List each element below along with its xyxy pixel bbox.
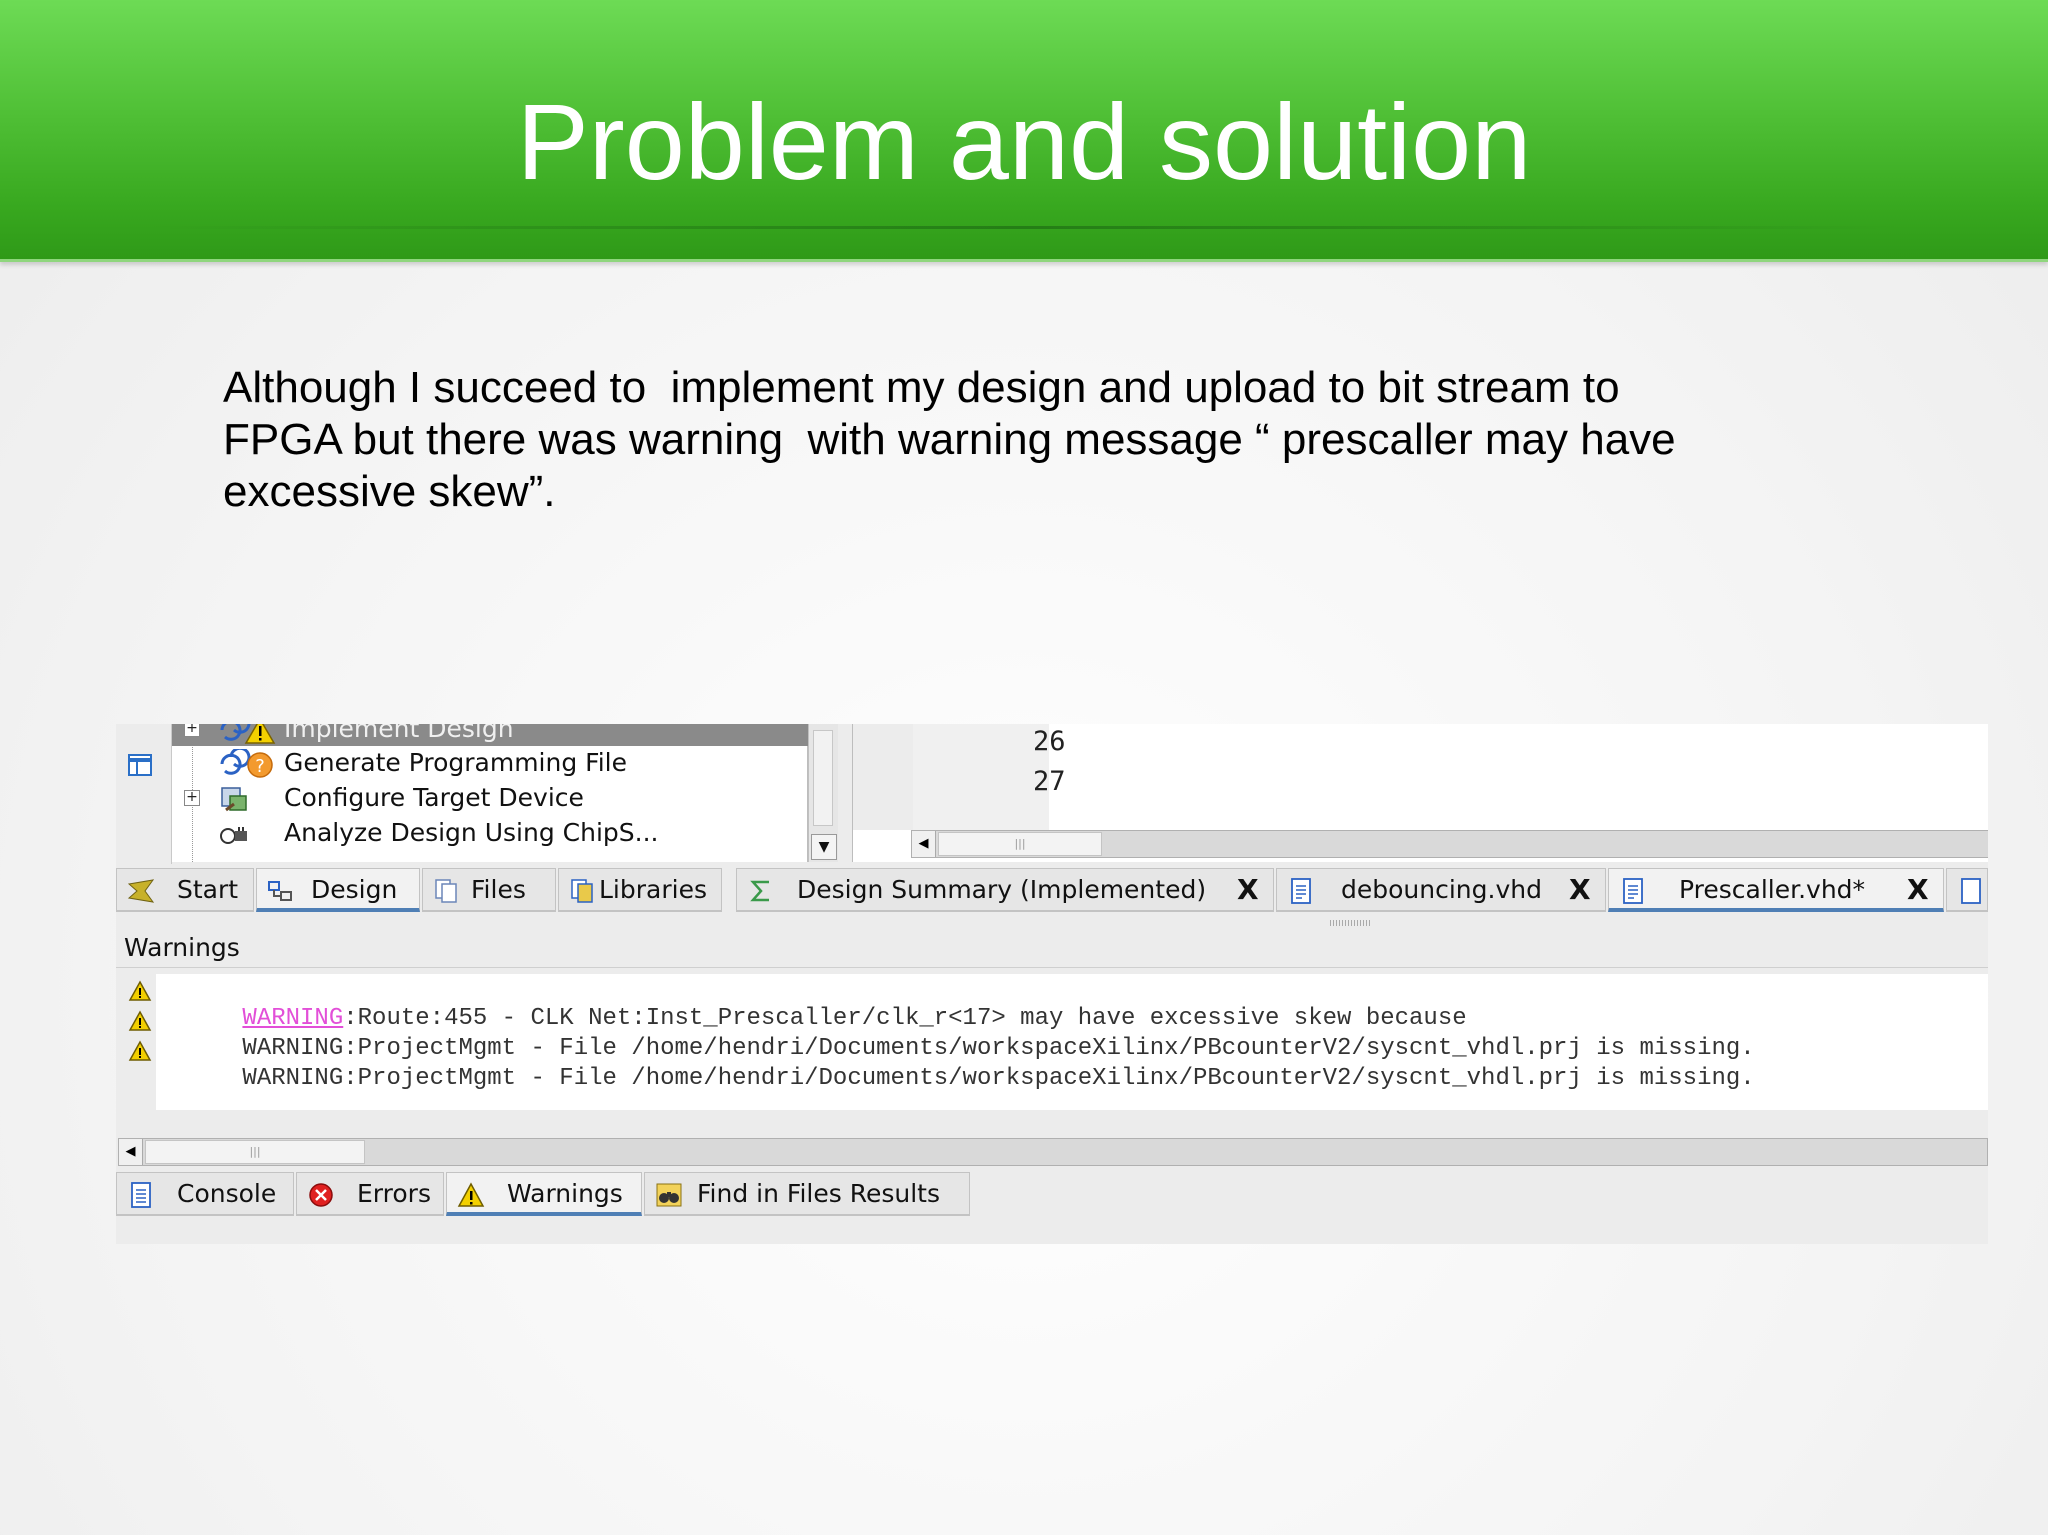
- tree-item-implement-design[interactable]: + Implement Design: [172, 724, 808, 746]
- tab-debouncing-vhd[interactable]: debouncing.vhd X: [1276, 868, 1606, 912]
- scroll-left-icon[interactable]: ◀: [912, 831, 936, 857]
- expand-icon[interactable]: +: [184, 724, 200, 737]
- line-number: 27: [1033, 766, 1066, 797]
- chipscope-icon: [220, 827, 247, 844]
- warning-icon: [128, 1010, 152, 1031]
- tab-label: Prescaller.vhd*: [1679, 875, 1866, 904]
- line-number: 26: [1033, 726, 1066, 757]
- tab-label: Design: [311, 875, 398, 904]
- libraries-icon: [571, 879, 593, 903]
- close-tab-icon[interactable]: X: [1907, 869, 1929, 911]
- tab-overflow[interactable]: [1946, 868, 1988, 912]
- tab-label: Errors: [357, 1179, 431, 1208]
- warning-icon: [128, 1040, 152, 1061]
- design-hierarchy-icon: [268, 881, 292, 901]
- code-editor[interactable]: 26 27 ◀ |||: [852, 724, 1988, 862]
- tree-item-label: Generate Programming File: [284, 748, 627, 777]
- tab-files[interactable]: Files: [422, 868, 556, 912]
- ise-screenshot: + Implement Design ? Generate Programmin…: [116, 724, 1988, 1244]
- warnings-log[interactable]: WARNING:Route:455 - CLK Net:Inst_Prescal…: [124, 974, 1988, 1110]
- svg-text:?: ?: [255, 756, 265, 777]
- binoculars-icon: [656, 1183, 682, 1207]
- tab-label: Console: [177, 1179, 277, 1208]
- tree-item-generate-programming-file[interactable]: ? Generate Programming File: [172, 746, 808, 780]
- tab-warnings[interactable]: Warnings: [446, 1172, 642, 1216]
- warning-line[interactable]: WARNING:ProjectMgmt - File /home/hendri/…: [128, 1004, 1755, 1062]
- tab-label: Start: [177, 875, 239, 904]
- body-line: Although I succeed to implement my desig…: [223, 363, 1620, 412]
- left-gutter: [116, 724, 172, 864]
- warning-icon: [457, 1182, 485, 1207]
- tab-prescaller-vhd[interactable]: Prescaller.vhd* X: [1608, 868, 1944, 912]
- warning-text: :ProjectMgmt - File /home/hendri/Documen…: [343, 1065, 1755, 1092]
- console-icon: [131, 1182, 151, 1208]
- body-line: FPGA but there was warning with warning …: [223, 415, 1676, 464]
- expand-icon[interactable]: +: [184, 790, 200, 806]
- panel-resize-grip[interactable]: [1330, 920, 1370, 926]
- warning-prefix: WARNING: [242, 1065, 344, 1092]
- tab-design-summary[interactable]: Design Summary (Implemented) X: [736, 868, 1274, 912]
- slide-title: Problem and solution: [516, 81, 1532, 202]
- process-tree: + Implement Design ? Generate Programmin…: [172, 724, 808, 862]
- editor-horizontal-scrollbar[interactable]: ◀ |||: [911, 830, 1988, 858]
- tree-item-analyze-design-chipscope[interactable]: Analyze Design Using ChipS...: [172, 816, 808, 850]
- tab-console[interactable]: Console: [116, 1172, 294, 1216]
- scrollbar-thumb[interactable]: |||: [145, 1140, 365, 1164]
- document-icon: [1623, 878, 1643, 904]
- log-horizontal-scrollbar[interactable]: ◀ |||: [118, 1138, 1988, 1166]
- slide-body: Although I succeed to implement my desig…: [223, 362, 1803, 518]
- scroll-left-icon[interactable]: ◀: [119, 1139, 143, 1165]
- scrollbar-thumb[interactable]: [813, 730, 833, 826]
- title-banner: Problem and solution: [0, 0, 2048, 262]
- tab-find-in-files-results[interactable]: Find in Files Results: [644, 1172, 970, 1216]
- files-icon: [435, 879, 457, 903]
- tab-design[interactable]: Design: [256, 868, 420, 912]
- question-process-icon: ?: [220, 749, 273, 778]
- error-icon: [309, 1183, 333, 1207]
- close-tab-icon[interactable]: X: [1237, 869, 1259, 911]
- close-tab-icon[interactable]: X: [1569, 869, 1591, 911]
- tree-item-label: Configure Target Device: [284, 783, 584, 812]
- tab-label: Find in Files Results: [697, 1179, 940, 1208]
- warnings-panel-title: Warnings: [116, 928, 1988, 968]
- warning-line[interactable]: WARNING:Route:455 - CLK Net:Inst_Prescal…: [128, 974, 1467, 1032]
- banner-rule: [150, 226, 1898, 229]
- editor-tabbar: Design Summary (Implemented) X debouncin…: [736, 868, 1988, 916]
- left-tabbar: Start Design Files Libraries: [116, 868, 726, 916]
- scroll-down-icon[interactable]: ▼: [811, 834, 837, 860]
- tree-vertical-scrollbar[interactable]: ▼: [808, 724, 838, 862]
- tab-label: debouncing.vhd: [1341, 875, 1542, 904]
- device-config-icon: [221, 787, 247, 812]
- tree-item-configure-target-device[interactable]: + Configure Target Device: [172, 781, 808, 815]
- body-line: excessive skew”.: [223, 467, 556, 516]
- tree-item-label: Analyze Design Using ChipS...: [284, 818, 659, 847]
- bottom-tabbar: Console Errors Warnings Find in Files Re…: [116, 1172, 976, 1220]
- tab-start[interactable]: Start: [116, 868, 254, 912]
- tab-label: Design Summary (Implemented): [797, 875, 1207, 904]
- warning-line[interactable]: WARNING:ProjectMgmt - File /home/hendri/…: [128, 1034, 1755, 1092]
- sigma-icon: [750, 880, 769, 902]
- scrollbar-thumb[interactable]: |||: [938, 832, 1102, 856]
- document-icon: [1291, 878, 1311, 904]
- line-number-gutter: 26 27: [853, 724, 1066, 830]
- tab-label: Warnings: [507, 1179, 623, 1208]
- tab-label: Files: [471, 875, 526, 904]
- tree-item-label: Implement Design: [284, 724, 514, 743]
- document-icon: [1961, 878, 1981, 904]
- tab-libraries[interactable]: Libraries: [558, 868, 722, 912]
- panel-view-icon[interactable]: [128, 754, 152, 776]
- warning-icon: [128, 980, 152, 1001]
- warning-process-icon: [220, 724, 276, 744]
- start-arrow-icon: [127, 879, 155, 903]
- tab-label: Libraries: [599, 875, 707, 904]
- tab-errors[interactable]: Errors: [296, 1172, 444, 1216]
